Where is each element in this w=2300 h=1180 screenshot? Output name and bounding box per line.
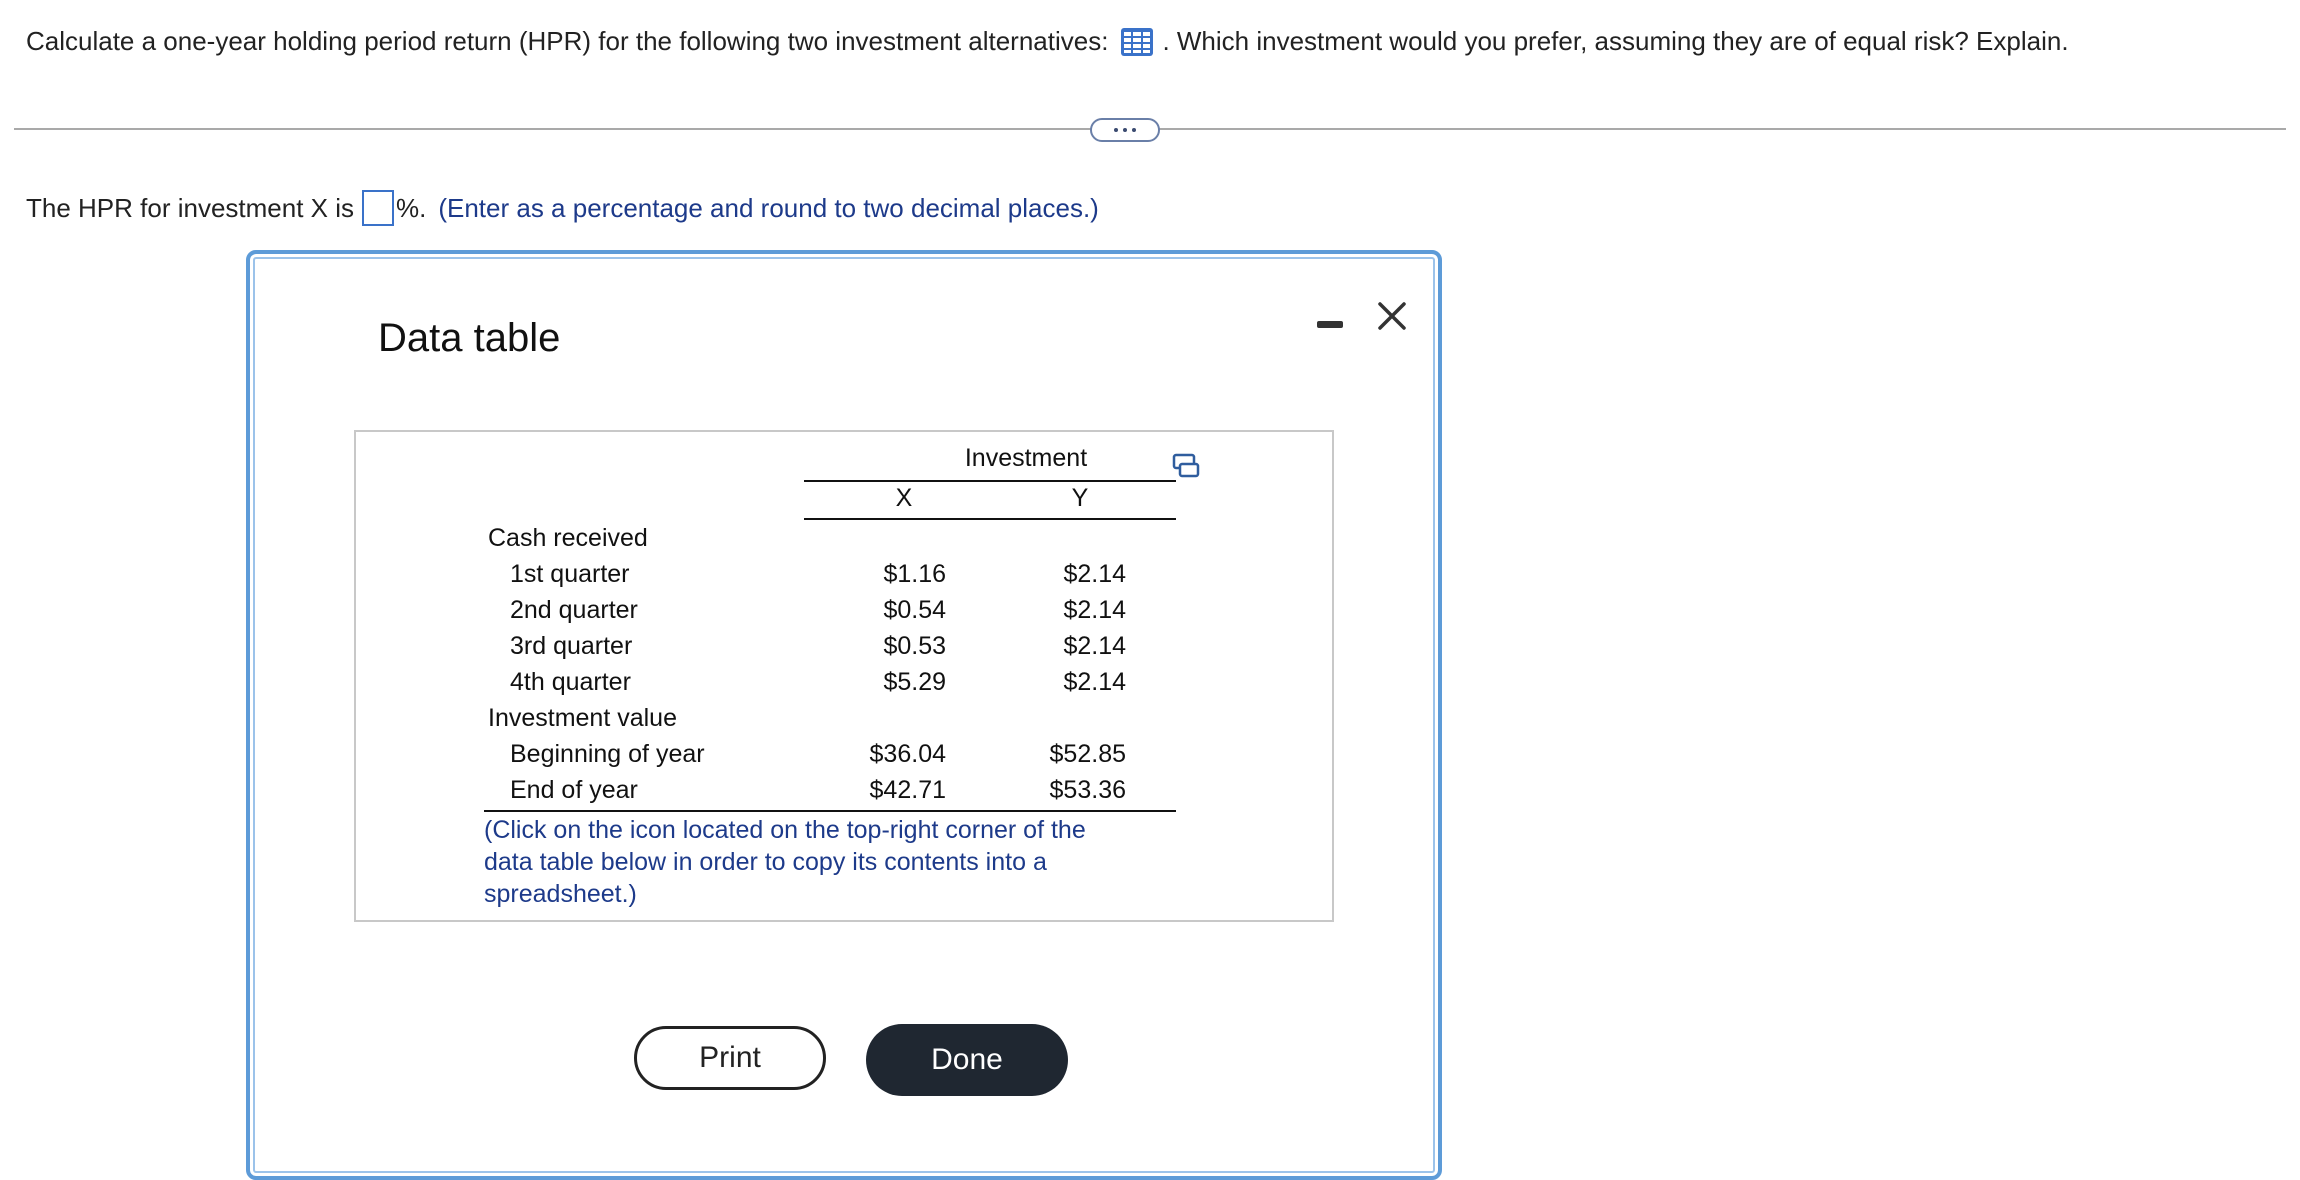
print-button[interactable]: Print <box>634 1026 826 1090</box>
question-text-before: Calculate a one-year holding period retu… <box>26 26 1109 56</box>
column-header-x: X <box>895 484 913 512</box>
modal-title: Data table <box>378 316 561 360</box>
answer-hint: (Enter as a percentage and round to two … <box>438 192 1099 223</box>
expand-more-button[interactable] <box>1090 118 1160 142</box>
ellipsis-icon <box>1114 128 1118 132</box>
column-header-rule <box>804 518 1176 520</box>
investment-group-header: Investment <box>964 444 1088 472</box>
done-button[interactable]: Done <box>866 1024 1068 1096</box>
cell-x: $0.53 <box>883 632 946 660</box>
cell-y: $2.14 <box>1063 632 1126 660</box>
section-label-cash-received: Cash received <box>488 524 648 552</box>
cell-y: $2.14 <box>1063 668 1126 696</box>
cell-x: $42.71 <box>869 776 946 804</box>
data-table-modal: Data table Investment X Y Cash received … <box>246 250 1442 1180</box>
hpr-x-input[interactable] <box>362 190 394 226</box>
row-label: 1st quarter <box>510 560 630 588</box>
question-text: Calculate a one-year holding period retu… <box>26 26 2069 57</box>
cell-x: $1.16 <box>883 560 946 588</box>
column-header-y: Y <box>1071 484 1089 512</box>
row-label: 2nd quarter <box>510 596 638 624</box>
minimize-icon[interactable] <box>1314 310 1346 340</box>
cell-y: $2.14 <box>1063 596 1126 624</box>
cell-x: $0.54 <box>883 596 946 624</box>
cell-y: $2.14 <box>1063 560 1126 588</box>
ellipsis-dot <box>1132 128 1136 132</box>
question-text-after: . Which investment would you prefer, ass… <box>1162 26 2069 56</box>
answer-line: The HPR for investment X is %. (Enter as… <box>26 190 1099 226</box>
copy-to-spreadsheet-icon[interactable] <box>1172 452 1200 480</box>
cell-x: $5.29 <box>883 668 946 696</box>
cell-y: $53.36 <box>1049 776 1126 804</box>
table-bottom-rule <box>484 810 1176 812</box>
cell-y: $52.85 <box>1049 740 1126 768</box>
answer-prefix: The HPR for investment X is <box>26 192 354 223</box>
table-footnote: (Click on the icon located on the top-ri… <box>484 816 1086 908</box>
cell-x: $36.04 <box>869 740 946 768</box>
data-table-panel: Investment X Y Cash received 1st quarter… <box>354 430 1334 922</box>
header-rule <box>804 480 1176 482</box>
close-icon[interactable] <box>1372 296 1412 336</box>
row-label: Beginning of year <box>510 740 705 768</box>
ellipsis-dot <box>1123 128 1127 132</box>
row-label: End of year <box>510 776 638 804</box>
answer-suffix: %. <box>396 192 427 223</box>
section-label-investment-value: Investment value <box>488 704 677 732</box>
data-table-grid-icon[interactable] <box>1120 27 1154 57</box>
row-label: 4th quarter <box>510 668 631 696</box>
row-label: 3rd quarter <box>510 632 633 660</box>
